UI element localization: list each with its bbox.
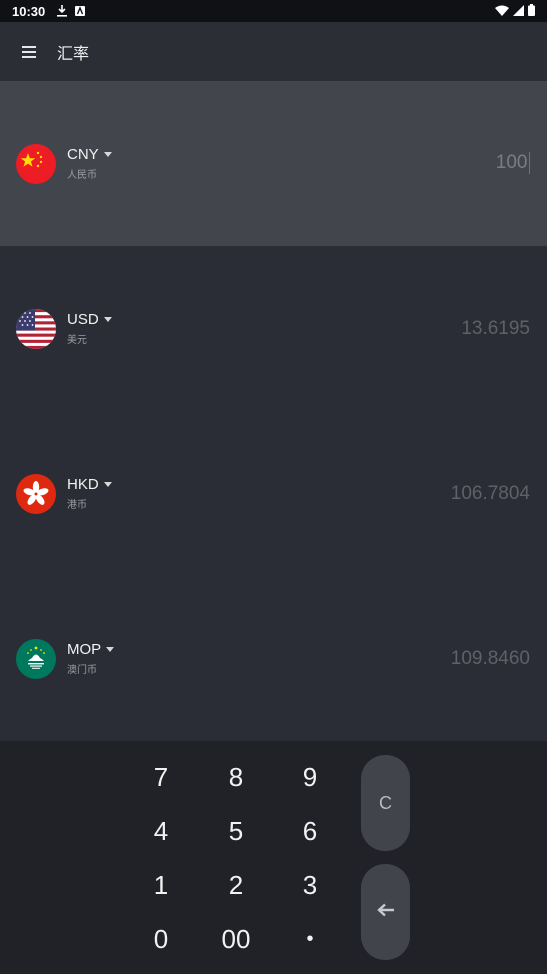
text-cursor — [528, 152, 530, 175]
backspace-button[interactable] — [361, 864, 410, 960]
app-notification-icon — [75, 6, 86, 16]
amount-value[interactable]: 109.8460 — [451, 648, 530, 670]
currency-code: MOP — [67, 641, 102, 658]
signal-icon — [513, 4, 524, 19]
numeric-keypad: 7 8 9 4 5 6 1 2 3 0 00 • C — [0, 741, 547, 974]
currency-selector[interactable]: HKD — [67, 476, 112, 493]
page-title: 汇率 — [57, 45, 90, 63]
app-bar: 汇率 — [0, 22, 547, 81]
currency-code: USD — [67, 311, 99, 328]
currency-row-hkd[interactable]: HKD 港币 106.7804 — [0, 411, 547, 576]
key-00[interactable]: 00 — [206, 914, 266, 964]
currency-name: 澳门币 — [67, 665, 97, 676]
key-3[interactable]: 3 — [280, 860, 340, 910]
currency-name: 港币 — [67, 500, 87, 511]
key-6[interactable]: 6 — [280, 806, 340, 856]
key-8[interactable]: 8 — [206, 752, 266, 802]
currency-row-cny[interactable]: CNY 人民币 100 — [0, 81, 547, 246]
amount-input[interactable]: 100 — [495, 152, 530, 175]
currency-info: USD 美元 — [67, 311, 112, 346]
dropdown-caret-icon — [103, 152, 112, 157]
backspace-arrow-icon — [376, 903, 395, 922]
amount-value[interactable]: 13.6195 — [461, 318, 530, 340]
amount-value: 100 — [495, 152, 528, 174]
currency-selector[interactable]: MOP — [67, 641, 115, 658]
currency-list: CNY 人民币 100 USD 美元 13.6195 HKD 港币 106.78… — [0, 81, 547, 741]
status-time: 10:30 — [12, 3, 46, 19]
amount-value[interactable]: 106.7804 — [451, 483, 530, 505]
key-7[interactable]: 7 — [131, 752, 191, 802]
currency-selector[interactable]: USD — [67, 311, 112, 328]
currency-name: 美元 — [67, 335, 87, 346]
key-decimal[interactable]: • — [280, 914, 340, 964]
currency-name: 人民币 — [67, 170, 97, 181]
key-4[interactable]: 4 — [131, 806, 191, 856]
currency-code: CNY — [67, 146, 99, 163]
wifi-icon — [495, 4, 509, 19]
key-9[interactable]: 9 — [280, 752, 340, 802]
dropdown-caret-icon — [103, 317, 112, 322]
currency-info: MOP 澳门币 — [67, 641, 115, 676]
key-1[interactable]: 1 — [131, 860, 191, 910]
download-icon — [57, 5, 68, 17]
china-flag-icon — [16, 143, 56, 184]
usa-flag-icon — [16, 308, 56, 349]
key-2[interactable]: 2 — [206, 860, 266, 910]
macau-flag-icon — [16, 638, 56, 679]
hongkong-flag-icon — [16, 473, 56, 514]
menu-icon[interactable] — [22, 44, 42, 60]
currency-row-mop[interactable]: MOP 澳门币 109.8460 — [0, 576, 547, 741]
currency-code: HKD — [67, 476, 99, 493]
currency-selector[interactable]: CNY — [67, 146, 112, 163]
currency-row-usd[interactable]: USD 美元 13.6195 — [0, 246, 547, 411]
battery-icon — [528, 3, 535, 19]
key-0[interactable]: 0 — [131, 914, 191, 964]
clear-button[interactable]: C — [361, 755, 410, 851]
currency-info: HKD 港币 — [67, 476, 112, 511]
currency-info: CNY 人民币 — [67, 146, 112, 181]
dropdown-caret-icon — [103, 482, 112, 487]
dropdown-caret-icon — [106, 647, 115, 652]
status-bar: 10:30 — [0, 0, 547, 22]
clear-label: C — [379, 792, 392, 813]
key-5[interactable]: 5 — [206, 806, 266, 856]
